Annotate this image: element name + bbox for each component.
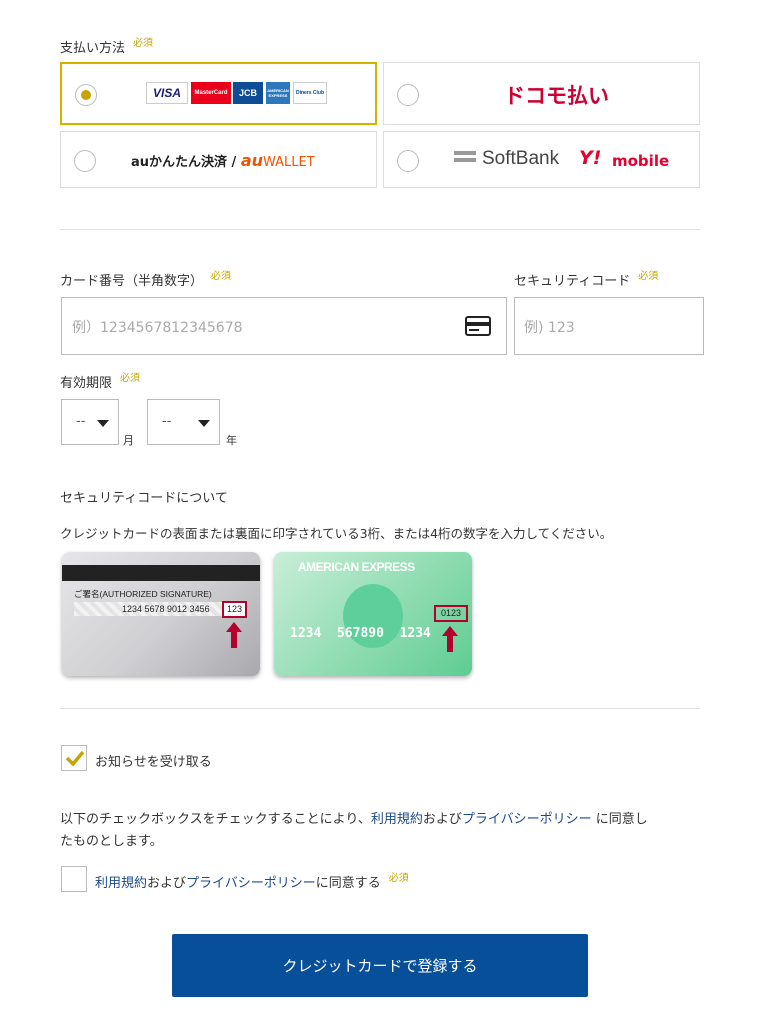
privacy-link[interactable]: プライバシーポリシー xyxy=(186,876,316,891)
arrow-up-icon xyxy=(442,626,458,652)
agreement-suffix: に同意する xyxy=(315,876,381,891)
year-unit: 年 xyxy=(226,434,237,447)
agreement-checkbox[interactable] xyxy=(61,866,87,892)
docomo-logo: ドコモ払い xyxy=(504,84,609,108)
agreement-text-c: たものとします。 xyxy=(60,834,163,849)
signature-label: ご署名(AUTHORIZED SIGNATURE) xyxy=(74,589,212,599)
agreement-checkbox-label: 利用規約およびプライバシーポリシーに同意する 必須 xyxy=(95,872,409,891)
required-badge: 必須 xyxy=(120,373,141,384)
softbank-logo: SoftBank xyxy=(482,148,560,169)
security-code-label: セキュリティコード 必須 xyxy=(514,270,658,289)
au-easy-pay-text: auかんたん決済 / xyxy=(131,155,241,170)
required-badge: 必須 xyxy=(388,873,409,884)
expiry-title: 有効期限 xyxy=(60,376,113,391)
agreement-text-a: 以下のチェックボックスをチェックすることにより、 xyxy=(60,812,371,827)
payment-option-softbank[interactable]: SoftBank Y! mobile xyxy=(383,131,700,188)
radio-credit-card[interactable] xyxy=(75,84,97,106)
security-code-highlight: 123 xyxy=(222,601,247,618)
agreement-text: 以下のチェックボックスをチェックすることにより、利用規約およびプライバシーポリシ… xyxy=(60,809,710,853)
divider xyxy=(60,708,700,709)
mastercard-logo: MasterCard xyxy=(191,82,231,104)
chevron-down-icon xyxy=(97,420,109,427)
payment-option-docomo[interactable]: ドコモ払い xyxy=(383,62,700,125)
card-number-label: カード番号（半角数字） 必須 xyxy=(60,270,231,289)
amex-logo: AMERICAN EXPRESS xyxy=(266,82,290,104)
amex-brand-text: AMERICAN EXPRESS xyxy=(298,560,415,574)
amex-code-highlight: 0123 xyxy=(434,605,468,622)
required-badge: 必須 xyxy=(133,38,154,49)
expiry-label: 有効期限 必須 xyxy=(60,372,140,391)
agreement-and: および xyxy=(147,876,187,891)
card-number-title: カード番号（半角数字） xyxy=(60,274,204,289)
newsletter-checkbox[interactable] xyxy=(61,745,87,771)
amex-card-illustration: AMERICAN EXPRESS 1234 567890 1234 0123 xyxy=(274,552,472,676)
newsletter-label[interactable]: お知らせを受け取る xyxy=(95,751,212,770)
checkmark-icon xyxy=(65,750,85,766)
security-code-input[interactable]: 例) 123 xyxy=(514,297,704,355)
payment-method-title: 支払い方法 xyxy=(60,41,126,56)
au-logo: auかんたん決済 / auWALLET xyxy=(131,151,315,170)
ymobile-logo: mobile xyxy=(612,152,670,170)
agreement-and: および xyxy=(422,812,462,827)
diners-club-logo: Diners Club xyxy=(293,82,327,104)
card-number-placeholder: 例）1234567812345678 xyxy=(72,320,243,336)
card-back-illustration: ご署名(AUTHORIZED SIGNATURE) 1234 5678 9012… xyxy=(62,552,260,676)
credit-card-icon xyxy=(465,316,491,336)
expiry-year-select[interactable]: -- xyxy=(147,399,220,445)
register-credit-card-button[interactable]: クレジットカードで登録する xyxy=(172,934,588,997)
au-wallet-text: WALLET xyxy=(263,155,315,170)
radio-softbank[interactable] xyxy=(397,150,419,172)
expiry-month-select[interactable]: -- xyxy=(61,399,119,445)
security-info-description: クレジットカードの表面または裏面に印字されている3桁、または4桁の数字を入力して… xyxy=(60,526,613,541)
radio-docomo[interactable] xyxy=(397,84,419,106)
terms-link[interactable]: 利用規約 xyxy=(95,876,147,891)
required-badge: 必須 xyxy=(638,271,659,282)
security-code-placeholder: 例) 123 xyxy=(524,320,575,336)
au-wallet-mark: au xyxy=(240,151,264,170)
required-badge: 必須 xyxy=(211,271,232,282)
card-number-input[interactable]: 例）1234567812345678 xyxy=(61,297,507,355)
payment-option-au[interactable]: auかんたん決済 / auWALLET xyxy=(60,131,377,188)
month-unit: 月 xyxy=(123,434,134,447)
visa-logo: VISA xyxy=(146,82,188,104)
payment-method-label: 支払い方法 必須 xyxy=(60,37,153,56)
ymobile-mark: Y! xyxy=(579,147,602,169)
expiry-year-value: -- xyxy=(162,414,172,429)
divider xyxy=(60,229,700,230)
softbank-icon xyxy=(454,151,476,167)
payment-option-credit-card[interactable]: VISA MasterCard JCB AMERICAN EXPRESS Din… xyxy=(60,62,377,125)
expiry-month-value: -- xyxy=(76,414,86,429)
chevron-down-icon xyxy=(198,420,210,427)
privacy-link[interactable]: プライバシーポリシー xyxy=(462,812,592,827)
jcb-logo: JCB xyxy=(233,82,263,104)
terms-link[interactable]: 利用規約 xyxy=(371,812,423,827)
agreement-text-b: に同意し xyxy=(591,812,648,827)
card-back-number: 1234 5678 9012 3456 xyxy=(122,604,210,614)
security-info-title: セキュリティコードについて xyxy=(60,491,228,506)
radio-au[interactable] xyxy=(74,150,96,172)
magnetic-stripe xyxy=(62,565,260,581)
amex-card-number: 1234 567890 1234 xyxy=(290,626,431,641)
security-code-title: セキュリティコード xyxy=(514,274,631,289)
arrow-up-icon xyxy=(226,622,242,648)
